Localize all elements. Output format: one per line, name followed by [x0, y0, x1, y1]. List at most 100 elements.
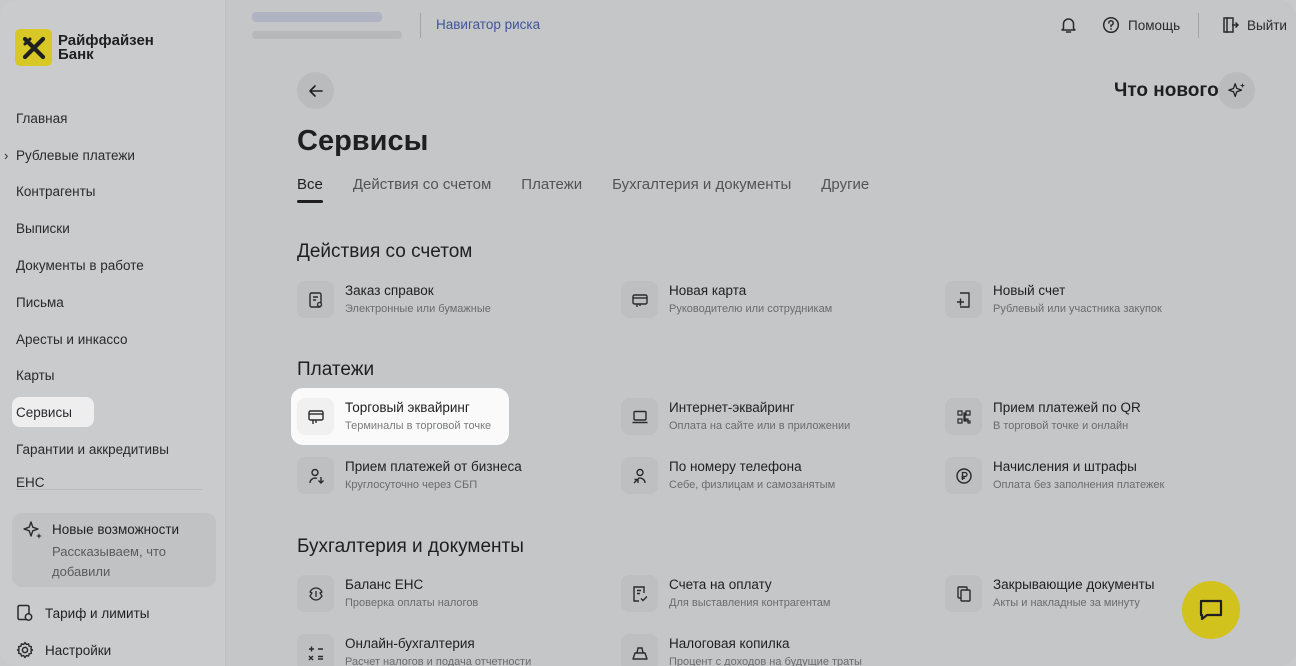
sidebar-item-ens[interactable]: ЕНС	[0, 468, 226, 490]
card-subtitle: Рублевый или участника закупок	[993, 303, 1162, 315]
service-card-online-accounting[interactable]: Онлайн-бухгалтерия Расчет налогов и подач…	[297, 634, 597, 666]
card-title: Интернет-эквайринг	[669, 400, 795, 415]
sidebar-item-documents[interactable]: Документы в работе	[0, 247, 226, 284]
tab-bar: Все Действия со счетом Платежи Бухгалтер…	[297, 176, 899, 203]
promo-title: Новые возможности	[52, 522, 180, 537]
tariff-link[interactable]: Тариф и лимиты	[16, 604, 149, 622]
invoice-icon	[621, 575, 658, 612]
sidebar-item-statements[interactable]: Выписки	[0, 210, 226, 247]
section-title: Действия со счетом	[297, 241, 473, 262]
service-card-business-payments[interactable]: Прием платежей от бизнеса Круглосуточно ч…	[297, 457, 597, 494]
card-title: Прием платежей по QR	[993, 400, 1141, 415]
service-card-phone-payments[interactable]: По номеру телефона Себе, физлицам и самоз…	[621, 457, 921, 494]
card-subtitle: Оплата на сайте или в приложении	[669, 420, 851, 432]
card-title: Начисления и штрафы	[993, 459, 1137, 474]
main-content: Что нового Сервисы Все Действия со счето…	[226, 52, 1296, 666]
chat-icon	[1199, 599, 1223, 621]
card-title: Налоговая копилка	[669, 636, 790, 651]
bank-logo[interactable]: Райффайзен Банк	[15, 29, 154, 66]
terminal-icon	[297, 398, 334, 435]
help-button[interactable]: Помощь	[1102, 16, 1180, 34]
chat-button[interactable]	[1182, 581, 1240, 639]
card-subtitle: Терминалы в торговой точке	[345, 420, 492, 432]
sidebar-item-guarantees[interactable]: Гарантии и аккредитивы	[0, 431, 226, 468]
service-card-invoices[interactable]: Счета на оплату Для выставления контраген…	[621, 575, 921, 612]
add-account-icon	[945, 281, 982, 318]
card-title: Счета на оплату	[669, 577, 772, 592]
service-card-qr-payments[interactable]: Прием платежей по QR В торговой точке и о…	[945, 398, 1245, 435]
tab-other[interactable]: Другие	[821, 176, 869, 193]
service-card-internet-acquiring[interactable]: Интернет-эквайринг Оплата на сайте или в …	[621, 398, 921, 435]
page-title: Сервисы	[297, 125, 429, 157]
person-in-icon	[297, 457, 334, 494]
card-subtitle: Электронные или бумажные	[345, 303, 491, 315]
back-button[interactable]	[297, 72, 334, 109]
sidebar-item-label: Выписки	[16, 221, 70, 237]
sidebar-item-label: Контрагенты	[16, 184, 96, 200]
card-title: Закрывающие документы	[993, 577, 1155, 592]
whats-new-label[interactable]: Что нового	[1114, 80, 1219, 102]
sidebar-item-label: Гарантии и аккредитивы	[16, 442, 169, 458]
tab-all[interactable]: Все	[297, 176, 323, 203]
sidebar-item-counterparties[interactable]: Контрагенты	[0, 174, 226, 211]
service-card-retail-acquiring[interactable]: Торговый эквайринг Терминалы в торговой т…	[291, 388, 509, 445]
sidebar-divider	[16, 489, 202, 490]
ruble-icon	[945, 457, 982, 494]
card-icon	[621, 281, 658, 318]
account-details-blurred	[252, 31, 402, 39]
card-title: Новый счет	[993, 283, 1066, 298]
piggy-icon	[621, 634, 658, 666]
service-card-tax-piggy[interactable]: Налоговая копилка Процент с доходов на бу…	[621, 634, 921, 666]
card-subtitle: Круглосуточно через СБП	[345, 479, 478, 491]
logout-button[interactable]: Выйти	[1221, 16, 1287, 34]
person-out-icon	[621, 457, 658, 494]
sidebar-item-label: Сервисы	[16, 405, 72, 421]
sidebar-item-ruble-payments[interactable]: › Рублевые платежи	[0, 137, 226, 174]
tab-accounting[interactable]: Бухгалтерия и документы	[612, 176, 791, 193]
service-card-certificates[interactable]: Заказ справок Электронные или бумажные	[297, 281, 597, 318]
calculator-icon	[297, 634, 334, 666]
tab-payments[interactable]: Платежи	[521, 176, 582, 193]
service-card-fines[interactable]: Начисления и штрафы Оплата без заполнения…	[945, 457, 1245, 494]
promo-card[interactable]: Новые возможности Рассказываем, что доба…	[12, 513, 216, 587]
logo-mark-icon	[15, 29, 52, 66]
arrow-left-icon	[308, 84, 323, 97]
card-subtitle: Акты и накладные за минуту	[993, 597, 1140, 609]
sidebar-item-label: Документы в работе	[16, 258, 144, 274]
gear-icon	[16, 641, 34, 659]
card-subtitle: Руководителю или сотрудникам	[669, 303, 833, 315]
divider	[420, 13, 421, 38]
card-subtitle: Оплата без заполнения платежек	[993, 479, 1165, 491]
card-title: Заказ справок	[345, 283, 434, 298]
card-subtitle: Процент с доходов на будущие траты	[669, 656, 862, 666]
whats-new-button[interactable]	[1218, 72, 1255, 109]
card-title: По номеру телефона	[669, 459, 802, 474]
settings-link[interactable]: Настройки	[16, 641, 111, 659]
sidebar-item-label: ЕНС	[16, 474, 45, 490]
service-card-new-account[interactable]: Новый счет Рублевый или участника закупок	[945, 281, 1245, 318]
card-title: Баланс ЕНС	[345, 577, 424, 592]
emblem-icon	[297, 575, 334, 612]
tab-account-actions[interactable]: Действия со счетом	[353, 176, 491, 193]
section-title: Платежи	[297, 359, 375, 380]
card-subtitle: Расчет налогов и подача отчетности	[345, 656, 532, 666]
sidebar-item-arrests[interactable]: Аресты и инкассо	[0, 321, 226, 358]
sidebar-item-label: Аресты и инкассо	[16, 331, 128, 347]
risk-navigator-link[interactable]: Навигатор риска	[436, 17, 540, 32]
account-selector[interactable]	[252, 12, 402, 39]
qr-icon	[945, 398, 982, 435]
tariff-icon	[17, 604, 33, 621]
service-card-ens-balance[interactable]: Баланс ЕНС Проверка оплаты налогов	[297, 575, 597, 612]
service-card-new-card[interactable]: Новая карта Руководителю или сотрудникам	[621, 281, 921, 318]
sidebar-item-label: Рублевые платежи	[16, 147, 135, 163]
sidebar-item-main[interactable]: Главная	[0, 100, 226, 137]
sidebar-item-services[interactable]: Сервисы	[0, 394, 226, 431]
card-subtitle: Проверка оплаты налогов	[345, 597, 479, 609]
sidebar-item-letters[interactable]: Письма	[0, 284, 226, 321]
logout-icon	[1223, 17, 1239, 33]
account-name-blurred	[252, 12, 382, 22]
sidebar-item-cards[interactable]: Карты	[0, 358, 226, 395]
question-icon	[1102, 16, 1120, 34]
section-title: Бухгалтерия и документы	[297, 536, 524, 557]
notifications-button[interactable]	[1060, 16, 1077, 34]
